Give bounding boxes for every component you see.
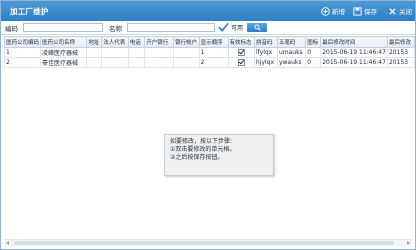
cell-pinyin[interactable]: lfylqx <box>253 47 278 58</box>
tooltip-line: ①双击要修改的单元格。 <box>170 146 236 153</box>
enabled-label: 可用 <box>231 24 244 32</box>
cell-modified[interactable]: 2015-06-19 11:46:47 <box>320 57 388 68</box>
column-header[interactable]: 地址 <box>86 36 103 48</box>
cell-wubi[interactable]: umauks <box>276 47 307 58</box>
cell-wubi[interactable]: ywauks <box>276 57 307 68</box>
cell-legal[interactable] <box>101 57 129 68</box>
cell-last[interactable]: 20153 <box>386 57 416 68</box>
tooltip-line: ②之后按保存按钮。 <box>170 154 224 161</box>
cell-last[interactable]: 20153 <box>386 47 416 58</box>
code-input[interactable] <box>23 23 103 32</box>
scroll-left-icon[interactable] <box>6 241 9 245</box>
scrollbar-thumb[interactable] <box>14 241 394 245</box>
column-header[interactable]: 显示顺序 <box>198 36 229 48</box>
search-button[interactable] <box>247 23 267 32</box>
cell-modified[interactable]: 2015-06-19 11:46:47 <box>320 47 388 58</box>
cell-bank[interactable] <box>144 57 175 68</box>
cell-legal[interactable] <box>101 47 129 58</box>
cell-phone[interactable] <box>127 57 146 68</box>
code-label: 编码 <box>5 25 18 33</box>
valid-checkbox[interactable] <box>237 59 245 66</box>
column-header[interactable]: 有效标志 <box>227 36 255 48</box>
enabled-checkbox[interactable]: 可用 <box>218 22 243 32</box>
column-header[interactable]: 五笔码 <box>276 36 307 48</box>
edit-help-tooltip: 如要修改，按以下步骤: ①双击要修改的单元格。 ②之后按保存按钮。 <box>164 134 274 176</box>
filter-bar: 编码 名称 可用 <box>1 21 415 35</box>
column-header[interactable]: 医药公司名称 <box>40 36 88 48</box>
cell-name[interactable]: 凌峰医疗器械 <box>40 47 88 58</box>
column-header[interactable]: 开户银行 <box>144 36 175 48</box>
cell-icon[interactable]: 0 <box>305 47 322 58</box>
save-button-label: 保存 <box>364 8 377 16</box>
table-header-row: 医药公司编码 医药公司名称 地址 法人代表 电话 开户银行 银行帐户 显示顺序 … <box>3 36 416 48</box>
cell-valid[interactable] <box>227 57 255 68</box>
horizontal-scrollbar[interactable] <box>4 239 412 246</box>
scroll-right-icon[interactable] <box>407 241 410 245</box>
close-button[interactable]: 关闭 <box>388 5 412 17</box>
cell-account[interactable] <box>173 57 200 68</box>
cell-address[interactable] <box>86 47 103 58</box>
cell-order[interactable]: 2 <box>198 57 229 68</box>
cell-valid[interactable] <box>227 47 255 58</box>
tooltip-line: 如要修改，按以下步骤: <box>170 138 233 145</box>
column-header[interactable]: 图标 <box>305 36 322 48</box>
cell-phone[interactable] <box>127 47 146 58</box>
app-window: 加工厂维护 新增 保存 关闭 编码 名称 可用 医药公司编码 医药公司名称 地址… <box>0 0 416 250</box>
cell-code[interactable]: 1 <box>3 47 42 58</box>
name-input[interactable] <box>127 23 215 32</box>
cell-name[interactable]: 豪佳医疗器械 <box>40 57 88 68</box>
cell-address[interactable] <box>86 57 103 68</box>
cell-pinyin[interactable]: hjylqx <box>253 57 278 68</box>
column-header[interactable]: 最后修改 <box>386 36 416 48</box>
valid-checkbox[interactable] <box>237 49 245 56</box>
checkmark-icon <box>218 22 229 32</box>
column-header[interactable]: 电话 <box>127 36 146 48</box>
cell-bank[interactable] <box>144 47 175 58</box>
close-button-label: 关闭 <box>399 8 412 16</box>
cell-code[interactable]: 2 <box>3 57 42 68</box>
name-label: 名称 <box>109 25 122 33</box>
column-header[interactable]: 最后修改时间 <box>320 36 388 48</box>
column-header[interactable]: 医药公司编码 <box>3 36 42 48</box>
save-icon <box>353 6 362 16</box>
cell-icon[interactable]: 0 <box>305 57 322 68</box>
company-table: 医药公司编码 医药公司名称 地址 法人代表 电话 开户银行 银行帐户 显示顺序 … <box>3 36 416 68</box>
new-button-label: 新增 <box>332 8 345 16</box>
plus-circle-icon <box>321 6 330 16</box>
column-header[interactable]: 拼音码 <box>253 36 278 48</box>
title-bar: 加工厂维护 新增 保存 关闭 <box>1 1 415 21</box>
save-button[interactable]: 保存 <box>353 5 377 17</box>
window-title: 加工厂维护 <box>10 7 49 16</box>
table-row[interactable]: 2 豪佳医疗器械 2 hjylqx ywauks 0 2015-06-19 11… <box>3 57 416 68</box>
column-header[interactable]: 法人代表 <box>101 36 129 48</box>
search-icon <box>253 24 261 31</box>
new-button[interactable]: 新增 <box>321 5 345 17</box>
table-row[interactable]: 1 凌峰医疗器械 1 lfylqx umauks 0 2015-06-19 11… <box>3 47 416 58</box>
cell-order[interactable]: 1 <box>198 47 229 58</box>
cell-account[interactable] <box>173 47 200 58</box>
column-header[interactable]: 银行帐户 <box>173 36 200 48</box>
close-icon <box>389 7 396 15</box>
